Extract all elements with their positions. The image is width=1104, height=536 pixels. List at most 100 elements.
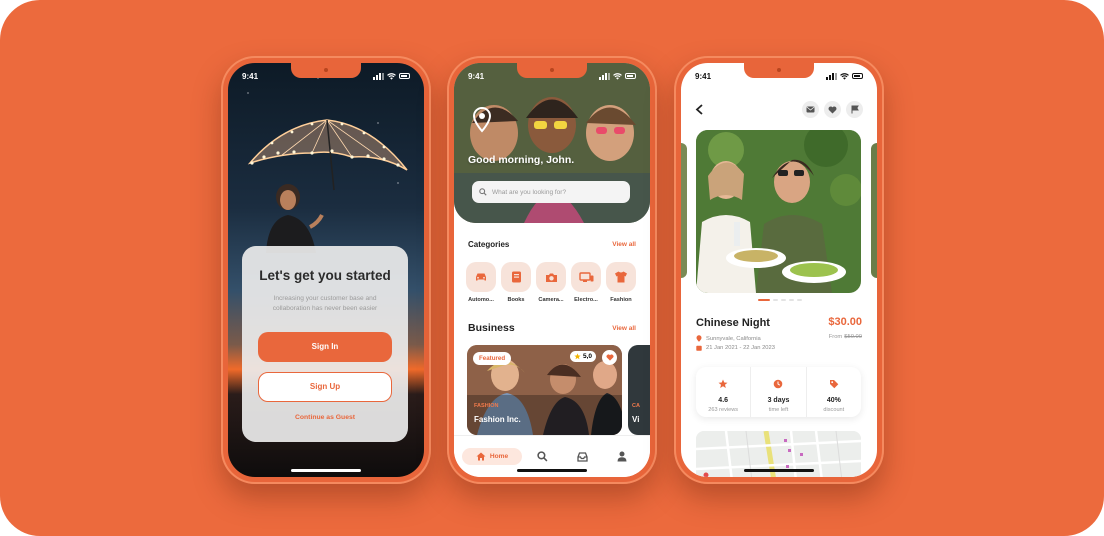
signal-icon [826, 72, 837, 80]
business-card-partial[interactable]: CA Vi [628, 345, 650, 435]
sign-up-button[interactable]: Sign Up [258, 372, 392, 402]
search-placeholder: What are you looking for? [492, 188, 567, 196]
pagination-dot[interactable] [773, 299, 778, 301]
categories-list: Automo... Books Camera... Electro... Fas… [466, 262, 636, 303]
rating-badge: 5,0 [569, 351, 596, 362]
event-price: $30.00 [828, 316, 862, 328]
home-indicator [291, 469, 361, 472]
featured-badge: Featured [473, 352, 512, 365]
event-photo[interactable] [696, 130, 861, 293]
flag-icon [851, 105, 859, 114]
business-title: Business [468, 322, 515, 334]
stat-label: discount [823, 407, 845, 413]
category-books[interactable]: Books [501, 262, 531, 303]
mail-icon [806, 106, 815, 113]
detail-top-bar [695, 101, 863, 118]
original-price: From $50.00 [829, 334, 862, 340]
signal-icon [599, 72, 610, 80]
search-input[interactable]: What are you looking for? [472, 181, 630, 203]
stat-label: 263 reviews [708, 407, 739, 413]
home-icon [476, 452, 486, 461]
phone-home: 9:41 Good morning, John. What are you lo… [447, 56, 657, 484]
greeting-text: Good morning, John. [468, 154, 575, 166]
category-automotive[interactable]: Automo... [466, 262, 496, 303]
stat-value: 3 days [767, 397, 790, 404]
location-pin-icon [696, 335, 702, 342]
stat-discount: 40% discount [807, 367, 861, 417]
stat-label: time left [768, 407, 789, 413]
category-label: Camera... [538, 297, 564, 303]
event-location: Sunnyvale, California [696, 335, 761, 342]
pagination-dot[interactable] [781, 299, 786, 301]
category-cameras[interactable]: Camera... [536, 262, 566, 303]
tab-home-label: Home [489, 453, 509, 460]
shirt-icon [615, 271, 627, 283]
heart-icon [606, 354, 613, 361]
location-text: Sunnyvale, California [706, 335, 761, 342]
phone-onboarding: 9:41 Let's get you started Increasing yo… [221, 56, 431, 484]
categories-header: Categories View all [468, 240, 636, 249]
categories-view-all-link[interactable]: View all [612, 241, 636, 248]
status-bar: 9:41 [468, 71, 636, 81]
search-icon [536, 451, 547, 462]
book-icon [511, 271, 521, 283]
onboarding-title: Let's get you started [259, 268, 391, 283]
back-arrow-icon[interactable] [695, 104, 704, 115]
tag-icon [829, 380, 839, 389]
battery-icon [399, 73, 410, 79]
showcase-background: 9:41 Let's get you started Increasing yo… [0, 0, 1104, 536]
pagination-dot[interactable] [758, 299, 770, 301]
signal-icon [373, 72, 384, 80]
tab-inbox[interactable] [562, 451, 602, 462]
tab-profile[interactable] [602, 451, 642, 462]
business-card-fashion[interactable]: Featured 5,0 FASHION Fashion Inc. [467, 345, 622, 435]
phone-detail: 9:41 Chinese Night $30.00 From $50.00 Su… [674, 56, 884, 484]
business-view-all-link[interactable]: View all [612, 325, 636, 332]
profile-icon [617, 451, 627, 462]
gallery-prev-peek[interactable] [681, 143, 687, 278]
business-header: Business View all [468, 322, 636, 334]
rating-value: 5,0 [582, 353, 592, 360]
category-fashion[interactable]: Fashion [606, 262, 636, 303]
get-started-card: Let's get you started Increasing your cu… [242, 246, 408, 442]
category-label: Fashion [610, 297, 632, 303]
status-bar: 9:41 [695, 71, 863, 81]
category-label: Automo... [468, 297, 494, 303]
inbox-icon [576, 451, 588, 462]
category-electronics[interactable]: Electro... [571, 262, 601, 303]
stat-value: 4.6 [718, 397, 729, 404]
home-indicator [517, 469, 587, 472]
business-category: FASHION [474, 403, 499, 409]
onboarding-subtitle: Increasing your customer base and collab… [272, 295, 378, 312]
wifi-icon [840, 72, 849, 80]
report-button[interactable] [846, 101, 863, 118]
star-icon [574, 353, 581, 360]
pagination-dot[interactable] [797, 299, 802, 301]
dinner-photo [696, 130, 861, 293]
clock-icon [774, 379, 783, 389]
sign-in-button[interactable]: Sign In [258, 332, 392, 362]
category-label: Books [507, 297, 525, 303]
onboarding-screen: 9:41 Let's get you started Increasing yo… [228, 63, 424, 477]
camera-icon [545, 273, 557, 282]
stat-value: 40% [826, 397, 841, 404]
categories-title: Categories [468, 240, 510, 249]
stat-time-left: 3 days time left [751, 367, 807, 417]
favorite-button[interactable] [824, 101, 841, 118]
continue-as-guest-link[interactable]: Continue as Guest [258, 414, 392, 421]
car-icon [476, 273, 486, 281]
old-price: $50.00 [844, 334, 862, 340]
category-label: Electro... [574, 297, 598, 303]
star-icon [718, 379, 728, 388]
message-button[interactable] [802, 101, 819, 118]
status-time: 9:41 [695, 71, 712, 81]
tab-home[interactable]: Home [462, 448, 522, 465]
home-indicator [744, 469, 814, 472]
tab-search[interactable] [522, 451, 562, 462]
wifi-icon [613, 72, 622, 80]
pagination-dot[interactable] [789, 299, 794, 301]
gallery-next-peek[interactable] [871, 143, 877, 278]
favorite-button[interactable] [602, 350, 617, 365]
detail-screen: 9:41 Chinese Night $30.00 From $50.00 Su… [681, 63, 877, 477]
battery-icon [852, 73, 863, 79]
